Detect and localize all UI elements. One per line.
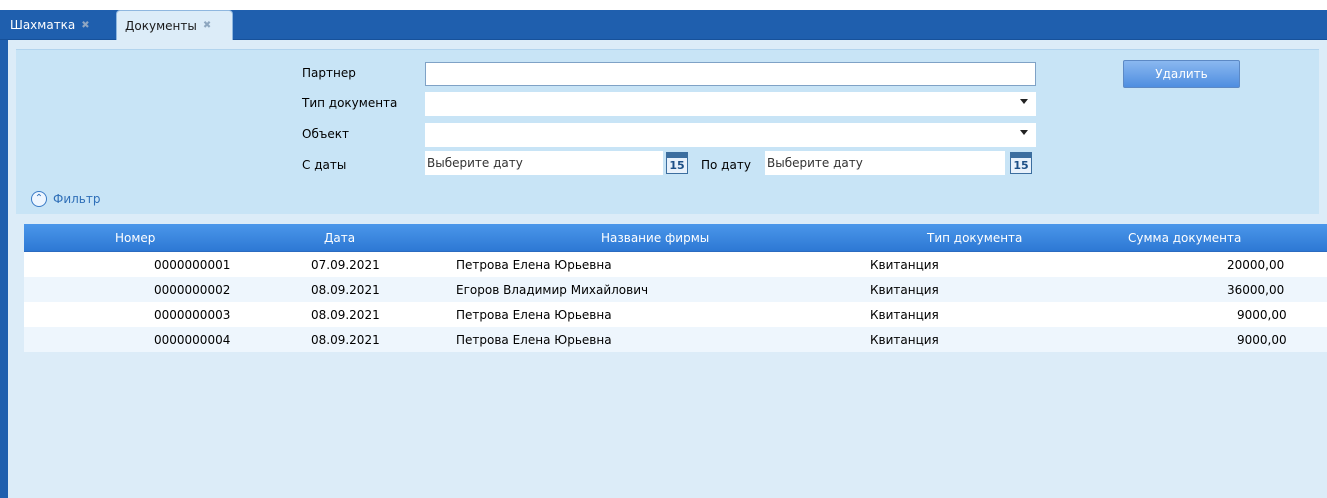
to-date-label: По дату bbox=[701, 158, 751, 172]
cell-company: Петрова Елена Юрьевна bbox=[456, 257, 612, 272]
cell-number: 0000000003 bbox=[154, 307, 231, 322]
doc-type-select[interactable] bbox=[425, 92, 1036, 116]
table-row[interactable]: 0000000001 07.09.2021 Петрова Елена Юрье… bbox=[24, 252, 1327, 277]
close-icon[interactable]: ✖ bbox=[81, 20, 89, 31]
chevron-down-icon bbox=[1020, 130, 1028, 135]
from-date-input[interactable]: Выберите дату bbox=[425, 151, 663, 175]
calendar-icon[interactable]: 15 bbox=[1010, 152, 1032, 174]
object-select[interactable] bbox=[425, 123, 1036, 147]
documents-grid: Номер Дата Название фирмы Тип документа … bbox=[24, 224, 1327, 352]
cell-amount: 20000,00 bbox=[1227, 257, 1285, 272]
filter-toggle-label: Фильтр bbox=[53, 192, 101, 206]
column-header-date[interactable]: Дата bbox=[324, 224, 355, 251]
cell-doc-type: Квитанция bbox=[870, 332, 939, 347]
to-date-input[interactable]: Выберите дату bbox=[765, 151, 1005, 175]
close-icon[interactable]: ✖ bbox=[203, 20, 211, 31]
table-row[interactable]: 0000000002 08.09.2021 Егоров Владимир Ми… bbox=[24, 277, 1327, 302]
cell-number: 0000000001 bbox=[154, 257, 231, 272]
column-header-company[interactable]: Название фирмы bbox=[601, 224, 709, 251]
partner-input[interactable] bbox=[425, 62, 1036, 86]
cell-doc-type: Квитанция bbox=[870, 282, 939, 297]
cell-doc-type: Квитанция bbox=[870, 307, 939, 322]
cell-amount: 36000,00 bbox=[1227, 282, 1285, 297]
cell-company: Петрова Елена Юрьевна bbox=[456, 307, 612, 322]
tab-documents[interactable]: Документы ✖ bbox=[116, 10, 233, 40]
left-border bbox=[0, 40, 8, 498]
to-date-placeholder: Выберите дату bbox=[767, 156, 863, 170]
cell-date: 07.09.2021 bbox=[311, 257, 380, 272]
cell-doc-type: Квитанция bbox=[870, 257, 939, 272]
filter-toggle[interactable]: ⌃ Фильтр bbox=[31, 191, 100, 207]
partner-label: Партнер bbox=[302, 66, 356, 80]
cell-company: Егоров Владимир Михайлович bbox=[456, 282, 649, 297]
calendar-icon[interactable]: 15 bbox=[666, 152, 688, 174]
tab-chessboard[interactable]: Шахматка ✖ bbox=[2, 10, 112, 40]
cell-number: 0000000004 bbox=[154, 332, 231, 347]
column-header-amount[interactable]: Сумма документа bbox=[1128, 224, 1241, 251]
table-row[interactable]: 0000000003 08.09.2021 Петрова Елена Юрье… bbox=[24, 302, 1327, 327]
grid-empty-area bbox=[24, 355, 1327, 498]
cell-date: 08.09.2021 bbox=[311, 307, 380, 322]
grid-header: Номер Дата Название фирмы Тип документа … bbox=[24, 224, 1327, 252]
cell-amount: 9000,00 bbox=[1237, 332, 1287, 347]
table-row[interactable]: 0000000004 08.09.2021 Петрова Елена Юрье… bbox=[24, 327, 1327, 352]
tab-label: Документы bbox=[125, 18, 197, 33]
chevron-down-icon bbox=[1020, 99, 1028, 104]
cell-number: 0000000002 bbox=[154, 282, 231, 297]
cell-company: Петрова Елена Юрьевна bbox=[456, 332, 612, 347]
cell-amount: 9000,00 bbox=[1237, 307, 1287, 322]
chevron-up-icon: ⌃ bbox=[31, 191, 47, 207]
delete-button[interactable]: Удалить bbox=[1123, 60, 1240, 88]
object-label: Объект bbox=[302, 127, 349, 141]
cell-date: 08.09.2021 bbox=[311, 282, 380, 297]
column-header-doc-type[interactable]: Тип документа bbox=[927, 224, 1022, 251]
doc-type-label: Тип документа bbox=[302, 96, 398, 110]
tab-label: Шахматка bbox=[10, 18, 76, 32]
column-header-number[interactable]: Номер bbox=[115, 224, 155, 251]
from-date-placeholder: Выберите дату bbox=[427, 156, 523, 170]
from-date-label: С даты bbox=[302, 158, 347, 172]
cell-date: 08.09.2021 bbox=[311, 332, 380, 347]
